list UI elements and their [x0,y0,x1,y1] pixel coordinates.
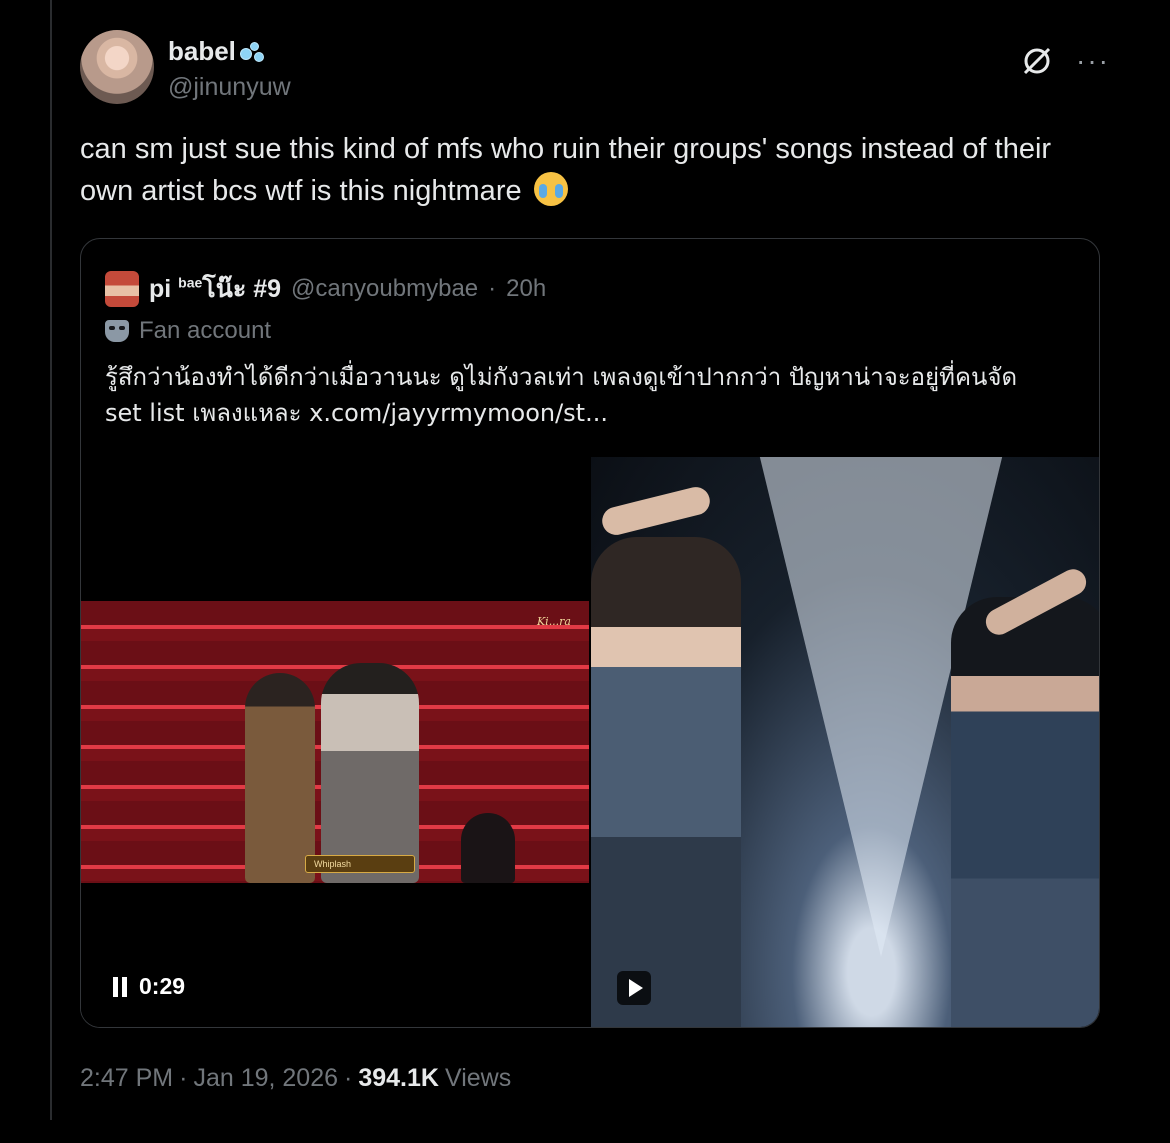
quote-age: 20h [506,275,547,302]
quote-header: pi baeโน๊ะ #9 @canyoubmybae · 20h [105,269,546,309]
quote-name-sup: bae [178,274,203,291]
stage-logo: Ki...ra [536,615,571,628]
quote-text-line-2: set list เพลงแหละ x.com/jayyrmymoon/st..… [105,399,608,427]
footer-separator: · [344,1064,353,1092]
quote-media: Ki...ra Whiplash 0:29 [81,457,1099,1027]
dancer-arm [599,484,713,538]
pause-icon[interactable] [113,976,127,997]
grok-icon[interactable] [1020,44,1054,78]
tweet-footer: 2:47 PM · Jan 19, 2026 · 394.1K Views [80,1064,511,1093]
post-date[interactable]: Jan 19, 2026 [193,1064,338,1093]
post-time[interactable]: 2:47 PM [80,1064,173,1093]
crying-face-icon [533,172,568,206]
song-caption: Whiplash [305,855,415,873]
header-actions: ··· [1020,44,1110,78]
quoted-tweet[interactable]: pi baeโน๊ะ #9 @canyoubmybae · 20h Fan ac… [80,238,1100,1028]
quote-name-suffix: โน๊ะ #9 [202,275,281,303]
tweet-header: babel @jinunyuw ··· [80,30,1110,110]
footer-separator: · [179,1064,188,1092]
views-count[interactable]: 394.1K [358,1064,439,1093]
quote-separator: · [488,275,497,302]
mask-icon [105,320,129,342]
performer [245,673,315,883]
performer [461,813,515,883]
quote-avatar [105,271,139,307]
performer [321,663,419,883]
quote-text: รู้สึกว่าน้องทำได้ดีกว่าเมื่อวานนะ ดูไม่… [105,359,1065,431]
video-time: 0:29 [139,973,186,999]
dancer [591,537,741,1027]
bubbles-icon [239,41,266,62]
author-handle[interactable]: @jinunyuw [168,73,291,102]
quote-handle: @canyoubmybae [291,275,479,302]
display-name[interactable]: babel [168,36,291,67]
tweet: babel @jinunyuw ··· can sm just sue this… [80,30,1110,1028]
fan-account-label: Fan account [105,317,271,345]
views-label: Views [444,1064,512,1092]
dancer [951,597,1099,1027]
video-right[interactable] [591,457,1099,1027]
quote-display-name: pi baeโน๊ะ #9 [149,274,281,303]
video-controls[interactable]: 0:29 [113,973,185,1000]
play-icon[interactable] [617,971,651,1005]
thread-rule [50,0,52,1120]
quote-text-line-1: รู้สึกว่าน้องทำได้ดีกว่าเมื่อวานนะ ดูไม่… [105,363,1018,391]
display-name-text[interactable]: babel [168,36,236,67]
stage-video-frame: Ki...ra Whiplash [81,601,589,883]
avatar[interactable] [80,30,154,104]
author-names: babel @jinunyuw [168,36,291,102]
video-left[interactable]: Ki...ra Whiplash 0:29 [81,457,589,1027]
more-icon[interactable]: ··· [1076,47,1110,75]
fan-account-text: Fan account [139,317,272,344]
tweet-text: can sm just sue this kind of mfs who rui… [80,128,1090,212]
